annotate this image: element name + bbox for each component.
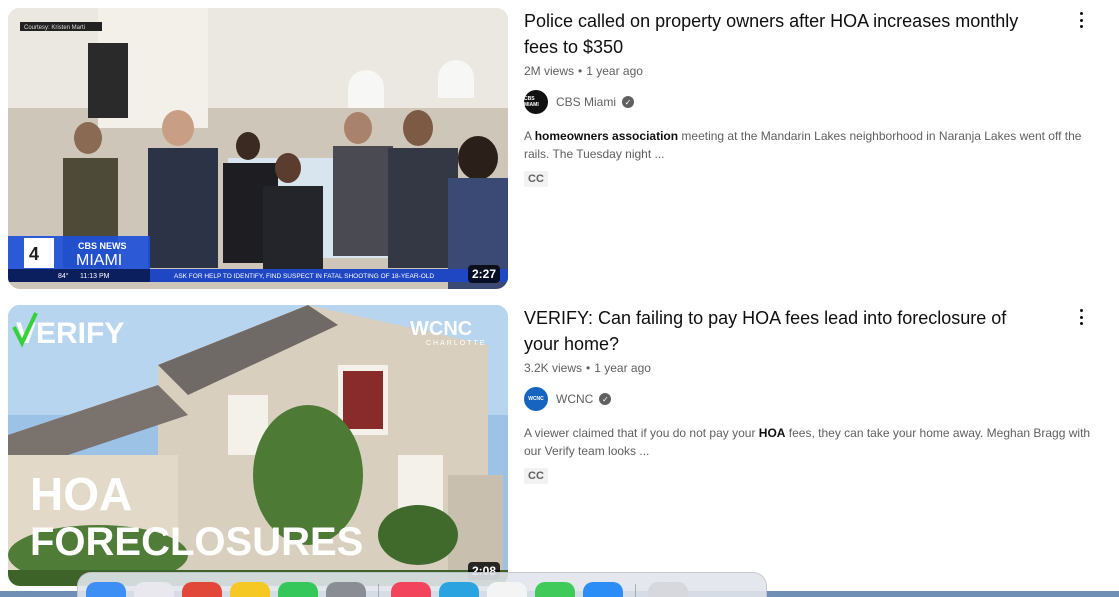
video-thumbnail[interactable]: VERIFY WCNC CHARLOTTE HOA FORECLOSURES 2…	[8, 305, 508, 586]
network-name: CBS NEWS	[78, 241, 127, 251]
upload-age: 1 year ago	[586, 64, 643, 78]
textedit-icon[interactable]	[487, 582, 527, 597]
meta-separator: •	[578, 64, 583, 78]
thumbnail-image: Courtesy: Kristen Marti 4 CBS NEWS MIAMI…	[8, 8, 508, 289]
system-settings-icon[interactable]	[326, 582, 366, 597]
trash-icon[interactable]	[648, 582, 688, 597]
video-thumbnail[interactable]: Courtesy: Kristen Marti 4 CBS NEWS MIAMI…	[8, 8, 508, 289]
facetime-icon[interactable]	[535, 582, 575, 597]
music-icon[interactable]	[391, 582, 431, 597]
dock-separator	[378, 584, 379, 597]
view-count: 2M views	[524, 64, 575, 78]
ticker-text: ASK FOR HELP TO IDENTIFY, FIND SUSPECT I…	[174, 273, 434, 280]
verified-check-icon: ✓	[599, 393, 612, 405]
description-text: A	[524, 129, 535, 143]
description-highlight: homeowners association	[534, 129, 679, 143]
telegram-icon[interactable]	[439, 582, 479, 597]
description-text: A viewer claimed that if you do not pay …	[524, 426, 759, 440]
cc-badge: CC	[524, 171, 548, 187]
video-title[interactable]: Police called on property owners after H…	[524, 8, 1044, 60]
video-title[interactable]: VERIFY: Can failing to pay HOA fees lead…	[524, 305, 1044, 357]
chrome-icon[interactable]	[182, 582, 222, 597]
thumbnail-headline-2: FORECLOSURES	[30, 520, 363, 564]
description-highlight: HOA	[758, 426, 786, 440]
safari-icon[interactable]	[583, 582, 623, 597]
dock-separator	[635, 584, 636, 597]
ticker-time: 11:13 PM	[80, 273, 110, 280]
more-actions-icon[interactable]	[1073, 307, 1089, 327]
video-description: A viewer claimed that if you do not pay …	[524, 424, 1109, 460]
launchpad-icon[interactable]	[134, 582, 174, 597]
video-info: VERIFY: Can failing to pay HOA fees lead…	[524, 305, 1103, 484]
finder-icon[interactable]	[86, 582, 126, 597]
video-meta: 2M views • 1 year ago	[524, 64, 1103, 78]
meta-separator: •	[586, 361, 591, 375]
notes-icon[interactable]	[230, 582, 270, 597]
ticker-temperature: 84°	[58, 272, 69, 280]
thumbnail-image: VERIFY WCNC CHARLOTTE HOA FORECLOSURES	[8, 305, 508, 586]
view-count: 3.2K views	[524, 361, 583, 375]
channel-row[interactable]: CBS MIAMI CBS Miami ✓	[524, 90, 1103, 114]
thumbnail-headline-1: HOA	[30, 468, 132, 520]
network-city: MIAMI	[76, 252, 122, 269]
thumbnail-credit: Courtesy: Kristen Marti	[24, 25, 85, 31]
cc-badge: CC	[524, 468, 548, 484]
upload-age: 1 year ago	[594, 361, 651, 375]
wcnc-logo: WCNC	[410, 318, 472, 340]
channel-avatar[interactable]: WCNC	[524, 387, 548, 411]
video-duration: 2:27	[467, 265, 500, 283]
channel-name[interactable]: WCNC	[556, 392, 593, 406]
video-description: A homeowners association meeting at the …	[524, 127, 1109, 163]
dock	[77, 572, 767, 597]
verified-check-icon: ✓	[622, 96, 635, 108]
channel-avatar[interactable]: CBS MIAMI	[524, 90, 548, 114]
search-result: VERIFY WCNC CHARLOTTE HOA FORECLOSURES 2…	[0, 297, 1119, 597]
video-meta: 3.2K views • 1 year ago	[524, 361, 1103, 375]
channel-row[interactable]: WCNC WCNC ✓	[524, 387, 1103, 411]
channel-name[interactable]: CBS Miami	[556, 95, 616, 109]
more-actions-icon[interactable]	[1073, 10, 1089, 30]
messages-icon[interactable]	[278, 582, 318, 597]
video-info: Police called on property owners after H…	[524, 8, 1103, 187]
wcnc-city: CHARLOTTE	[426, 340, 486, 347]
search-result: Courtesy: Kristen Marti 4 CBS NEWS MIAMI…	[0, 0, 1119, 297]
network-number: 4	[29, 244, 39, 264]
